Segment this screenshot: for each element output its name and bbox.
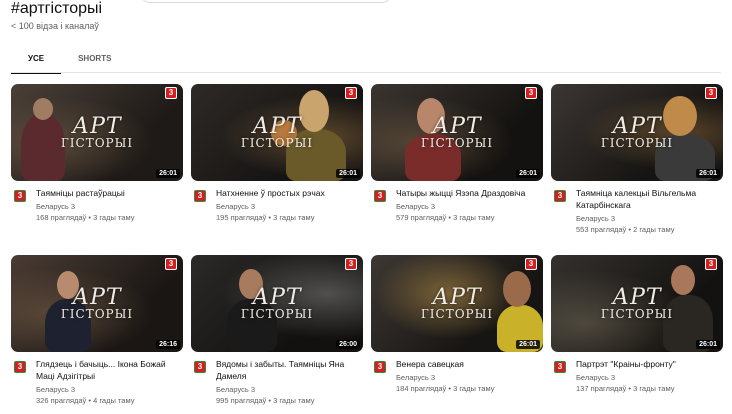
video-stats: 326 праглядаў • 4 гады таму xyxy=(36,396,135,405)
search-bar-edge[interactable] xyxy=(140,0,392,3)
video-stats: 579 праглядаў • 3 гады таму xyxy=(396,213,495,222)
show-brand: АРТ ГІСТОРЫІ xyxy=(240,113,314,150)
video-card[interactable]: АРТ ГІСТОРЫІ 3 26:01 3 Таямніцы растаўра… xyxy=(11,84,183,239)
show-brand: АРТ ГІСТОРЫІ xyxy=(60,284,134,321)
channel-logo-icon: 3 xyxy=(525,258,537,270)
channel-logo-icon: 3 xyxy=(705,87,717,99)
channel-avatar[interactable]: 3 xyxy=(374,361,386,373)
channel-avatar[interactable]: 3 xyxy=(194,361,206,373)
hashtag-stats: < 100 відэа і каналаў xyxy=(11,21,99,31)
channel-name[interactable]: Беларусь 3 xyxy=(576,373,726,383)
video-card[interactable]: АРТ ГІСТОРЫІ 3 26:01 3 Венера савецкая Б… xyxy=(371,255,543,410)
video-stats: 995 праглядаў • 3 гады таму xyxy=(216,396,315,405)
hashtag-title: #артгісторыі xyxy=(11,0,103,17)
video-card[interactable]: АРТ ГІСТОРЫІ 3 26:01 3 Чатыры жыцці Язэп… xyxy=(371,84,543,239)
video-duration: 26:01 xyxy=(696,169,720,178)
video-title[interactable]: Партрэт "Краіны-фронту" xyxy=(576,358,726,370)
video-card[interactable]: АРТ ГІСТОРЫІ 3 26:01 3 Натхненне ў прост… xyxy=(191,84,363,239)
channel-avatar[interactable]: 3 xyxy=(194,190,206,202)
channel-logo-icon: 3 xyxy=(525,87,537,99)
show-brand: АРТ ГІСТОРЫІ xyxy=(420,284,494,321)
video-title[interactable]: Таямніца калекцыі Вільгельма Катарбінска… xyxy=(576,187,726,211)
channel-name[interactable]: Беларусь 3 xyxy=(576,214,726,224)
channel-name[interactable]: Беларусь 3 xyxy=(216,385,366,395)
channel-avatar[interactable]: 3 xyxy=(554,190,566,202)
video-card[interactable]: АРТ ГІСТОРЫІ 3 26:00 3 Вядомы і забыты. … xyxy=(191,255,363,410)
tab-divider xyxy=(11,72,721,73)
video-title[interactable]: Вядомы і забыты. Таямніцы Яна Дамеля xyxy=(216,358,366,382)
channel-logo-icon: 3 xyxy=(165,258,177,270)
channel-name[interactable]: Беларусь 3 xyxy=(36,385,186,395)
video-thumbnail[interactable]: АРТ ГІСТОРЫІ 3 26:01 xyxy=(551,255,723,352)
video-stats: 184 праглядаў • 3 гады таму xyxy=(396,384,495,393)
video-card[interactable]: АРТ ГІСТОРЫІ 3 26:01 3 Таямніца калекцыі… xyxy=(551,84,723,239)
video-duration: 26:01 xyxy=(516,169,540,178)
tab-all[interactable]: УСЕ xyxy=(11,49,62,74)
channel-name[interactable]: Беларусь 3 xyxy=(396,202,546,212)
video-title[interactable]: Глядзець і бачыць... Ікона Божай Маці Ад… xyxy=(36,358,186,382)
video-thumbnail[interactable]: АРТ ГІСТОРЫІ 3 26:16 xyxy=(11,255,183,352)
video-card[interactable]: АРТ ГІСТОРЫІ 3 26:16 3 Глядзець і бачыць… xyxy=(11,255,183,410)
channel-logo-icon: 3 xyxy=(345,258,357,270)
video-stats: 168 праглядаў • 3 гады таму xyxy=(36,213,135,222)
video-title[interactable]: Венера савецкая xyxy=(396,358,546,370)
channel-name[interactable]: Беларусь 3 xyxy=(216,202,366,212)
show-brand: АРТ ГІСТОРЫІ xyxy=(240,284,314,321)
video-stats: 137 праглядаў • 3 гады таму xyxy=(576,384,675,393)
channel-avatar[interactable]: 3 xyxy=(374,190,386,202)
tab-bar: УСЕ SHORTS xyxy=(11,49,128,74)
video-duration: 26:01 xyxy=(336,169,360,178)
show-brand: АРТ ГІСТОРЫІ xyxy=(420,113,494,150)
video-title[interactable]: Чатыры жыцці Язэпа Драздовіча xyxy=(396,187,546,199)
show-brand: АРТ ГІСТОРЫІ xyxy=(60,113,134,150)
channel-avatar[interactable]: 3 xyxy=(554,361,566,373)
channel-name[interactable]: Беларусь 3 xyxy=(36,202,186,212)
video-card[interactable]: АРТ ГІСТОРЫІ 3 26:01 3 Партрэт "Краіны-ф… xyxy=(551,255,723,410)
video-thumbnail[interactable]: АРТ ГІСТОРЫІ 3 26:00 xyxy=(191,255,363,352)
channel-name[interactable]: Беларусь 3 xyxy=(396,373,546,383)
channel-avatar[interactable]: 3 xyxy=(14,190,26,202)
channel-logo-icon: 3 xyxy=(165,87,177,99)
video-duration: 26:01 xyxy=(516,340,540,349)
video-stats: 553 праглядаў • 2 гады таму xyxy=(576,225,675,234)
video-thumbnail[interactable]: АРТ ГІСТОРЫІ 3 26:01 xyxy=(371,255,543,352)
video-duration: 26:16 xyxy=(156,340,180,349)
show-brand: АРТ ГІСТОРЫІ xyxy=(600,284,674,321)
channel-logo-icon: 3 xyxy=(345,87,357,99)
channel-avatar[interactable]: 3 xyxy=(14,361,26,373)
video-thumbnail[interactable]: АРТ ГІСТОРЫІ 3 26:01 xyxy=(11,84,183,181)
video-duration: 26:01 xyxy=(696,340,720,349)
video-title[interactable]: Натхненне ў простых рэчах xyxy=(216,187,366,199)
video-duration: 26:01 xyxy=(156,169,180,178)
video-stats: 195 праглядаў • 3 гады таму xyxy=(216,213,315,222)
channel-logo-icon: 3 xyxy=(705,258,717,270)
video-duration: 26:00 xyxy=(336,340,360,349)
video-title[interactable]: Таямніцы растаўрацыі xyxy=(36,187,186,199)
show-brand: АРТ ГІСТОРЫІ xyxy=(600,113,674,150)
video-thumbnail[interactable]: АРТ ГІСТОРЫІ 3 26:01 xyxy=(371,84,543,181)
video-thumbnail[interactable]: АРТ ГІСТОРЫІ 3 26:01 xyxy=(191,84,363,181)
video-thumbnail[interactable]: АРТ ГІСТОРЫІ 3 26:01 xyxy=(551,84,723,181)
tab-shorts[interactable]: SHORTS xyxy=(61,49,128,72)
